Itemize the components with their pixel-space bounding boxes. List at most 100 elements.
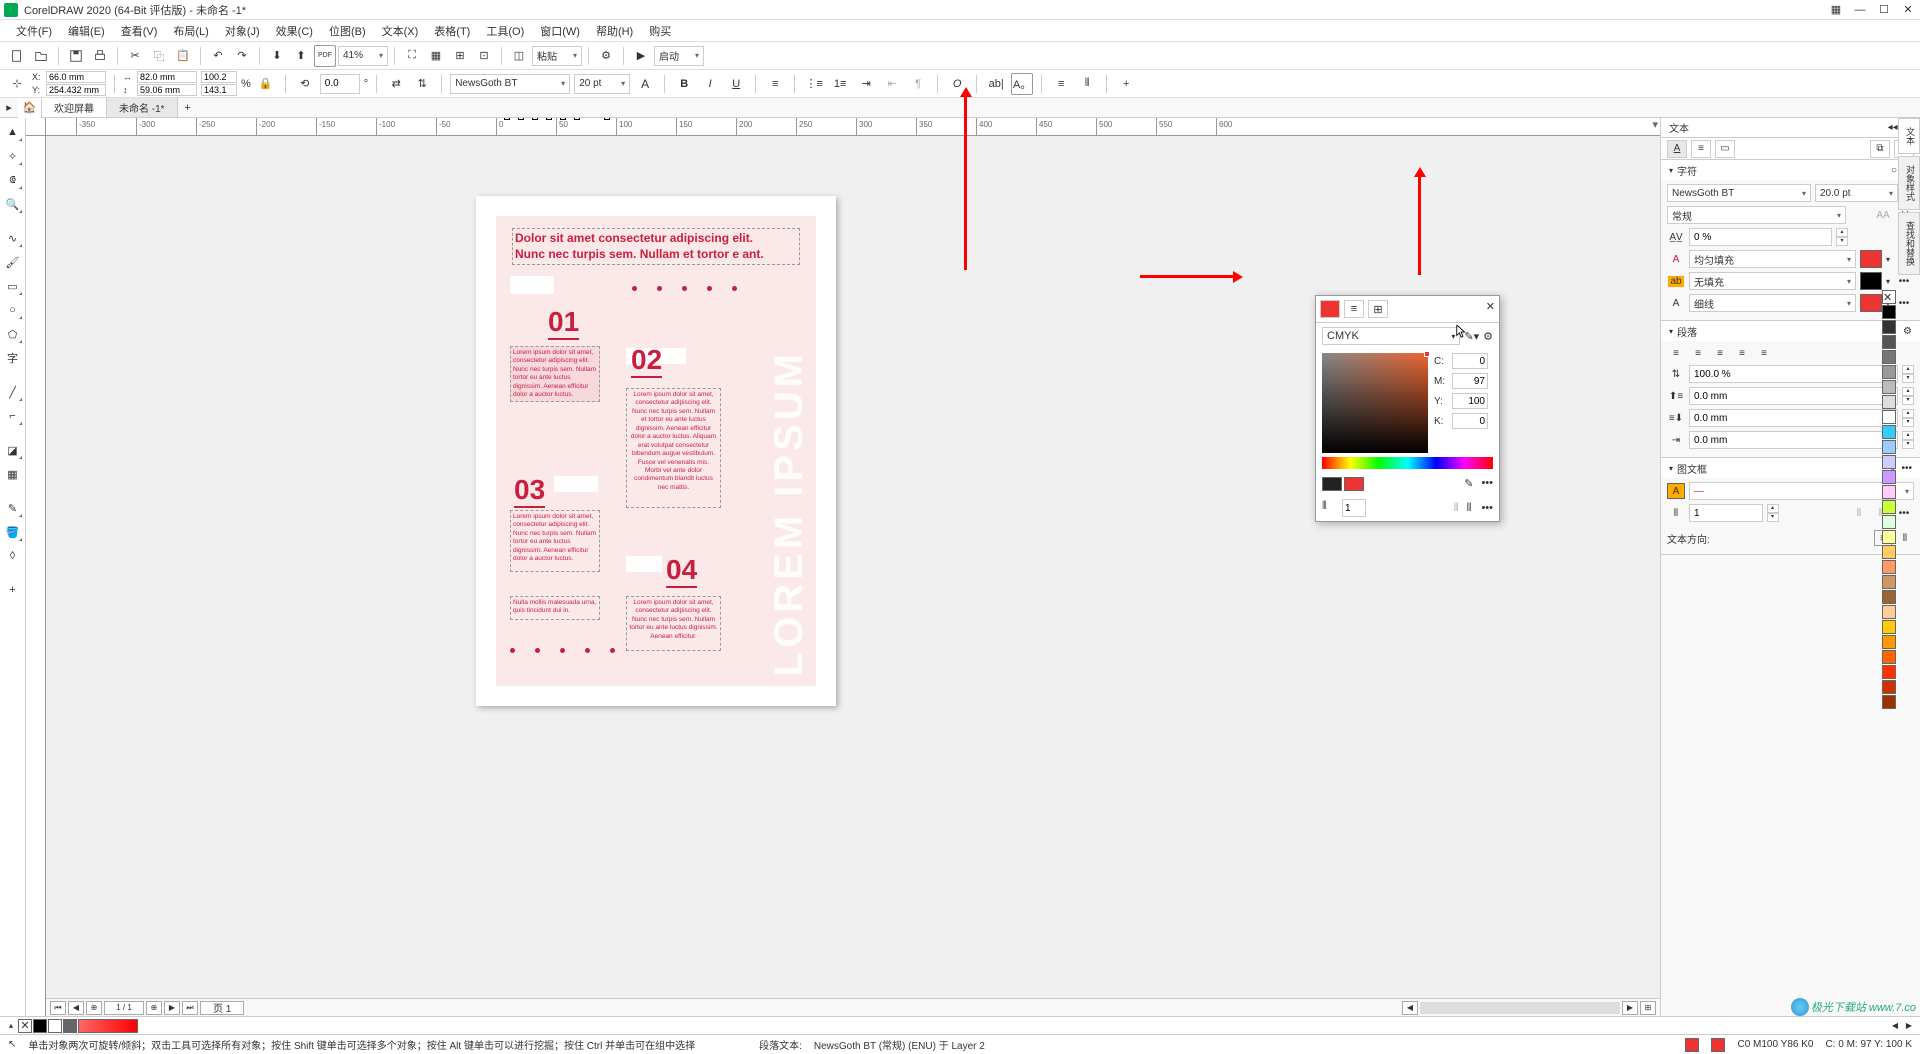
guides-button[interactable]: ⊡ bbox=[473, 45, 495, 67]
menu-bitmap[interactable]: 位图(B) bbox=[321, 21, 374, 41]
text-block-2[interactable]: Lorem ipsum dolor sit amet, consectetur … bbox=[626, 388, 721, 508]
fill-type-combo[interactable]: 均匀填充 bbox=[1689, 250, 1856, 268]
vc-swatch[interactable] bbox=[1882, 425, 1896, 439]
outline-tool[interactable]: ◊ bbox=[3, 546, 23, 566]
canvas-area[interactable]: -350 -300 -250 -200 -150 -100 -50 0 50 1… bbox=[26, 118, 1660, 1016]
headline-text-frame[interactable]: Dolor sit amet consectetur adipiscing el… bbox=[512, 228, 800, 265]
text-tool[interactable]: 字 bbox=[3, 348, 23, 368]
menu-buy[interactable]: 购买 bbox=[641, 21, 679, 41]
launch-combo[interactable]: 启动 bbox=[654, 46, 704, 66]
indent-button[interactable]: ⇥ bbox=[855, 73, 877, 95]
text-direction-v-button[interactable]: ⦀ bbox=[1076, 73, 1098, 95]
cp-eyedropper-icon[interactable]: ✎▾ bbox=[1464, 330, 1479, 343]
copy-button[interactable]: ⿻ bbox=[148, 45, 170, 67]
vc-no-fill[interactable]: ✕ bbox=[1882, 290, 1896, 304]
document-page[interactable]: Dolor sit amet consectetur adipiscing el… bbox=[476, 196, 836, 706]
vc-swatch[interactable] bbox=[1882, 365, 1896, 379]
ruler-dropdown-icon[interactable]: ▾ bbox=[1652, 118, 1658, 131]
side-tab-find-replace[interactable]: 查找和替换 bbox=[1898, 212, 1920, 275]
bg-color-dropdown[interactable]: ▾ bbox=[1886, 277, 1890, 286]
cut-button[interactable]: ✂ bbox=[124, 45, 146, 67]
bg-color-swatch[interactable] bbox=[1860, 272, 1882, 290]
lock-ratio-button[interactable]: 🔒 bbox=[255, 73, 277, 95]
save-button[interactable] bbox=[65, 45, 87, 67]
tab-welcome[interactable]: 欢迎屏幕 bbox=[42, 98, 107, 117]
launch-icon[interactable]: ▶ bbox=[630, 45, 652, 67]
para-tab-button[interactable]: ≡ bbox=[1691, 140, 1711, 158]
minimize-button[interactable]: — bbox=[1852, 2, 1868, 18]
docker-prev-icon[interactable]: ◂◂ bbox=[1888, 122, 1898, 133]
text-block-1[interactable]: Lorem ipsum dolor sit amet, consectetur … bbox=[510, 346, 600, 402]
ruler-selection-markers[interactable]: ⊏LLLLL⊐ bbox=[504, 118, 614, 124]
menu-table[interactable]: 表格(T) bbox=[426, 21, 478, 41]
font-size-combo[interactable]: 20 pt bbox=[574, 74, 630, 94]
bullets-button[interactable]: ⋮≡ bbox=[803, 73, 825, 95]
fill-color-dropdown[interactable]: ▾ bbox=[1886, 255, 1890, 264]
paste-button[interactable]: 📋 bbox=[172, 45, 194, 67]
rotation-input[interactable] bbox=[320, 74, 360, 94]
align-left-button[interactable]: ≡ bbox=[764, 73, 786, 95]
vc-swatch[interactable] bbox=[1882, 395, 1896, 409]
align-button[interactable]: ◫ bbox=[508, 45, 530, 67]
vc-swatch[interactable] bbox=[1882, 500, 1896, 514]
vc-swatch[interactable] bbox=[1882, 485, 1896, 499]
page-prev-button[interactable]: ◀ bbox=[68, 1001, 84, 1015]
char-font-combo[interactable]: NewsGoth BT bbox=[1667, 184, 1811, 202]
fill-tool[interactable]: 🪣 bbox=[3, 522, 23, 542]
vertical-lorem[interactable]: LOREM IPSUM bbox=[767, 350, 812, 676]
gray-swatch[interactable] bbox=[63, 1019, 77, 1033]
cp-close-button[interactable]: ✕ bbox=[1486, 300, 1495, 313]
height-input[interactable] bbox=[137, 84, 197, 96]
section-para-title[interactable]: 段落 bbox=[1677, 324, 1697, 339]
side-tab-text[interactable]: 文本 bbox=[1898, 118, 1920, 154]
cp-tab-mixer[interactable]: ≡ bbox=[1344, 300, 1364, 318]
cp-c-input[interactable] bbox=[1452, 353, 1488, 369]
cp-tab-solid[interactable] bbox=[1320, 300, 1340, 318]
vc-swatch[interactable] bbox=[1882, 620, 1896, 634]
font-combo[interactable]: NewsGoth BT bbox=[450, 74, 570, 94]
bold-button[interactable]: B bbox=[673, 73, 695, 95]
menu-text[interactable]: 文本(X) bbox=[374, 21, 427, 41]
align-center-icon[interactable]: ≡ bbox=[1689, 345, 1707, 361]
cp-cols-input[interactable] bbox=[1342, 499, 1366, 517]
vc-swatch[interactable] bbox=[1882, 335, 1896, 349]
vc-swatch[interactable] bbox=[1882, 380, 1896, 394]
red-range-swatch[interactable] bbox=[78, 1019, 138, 1033]
new-button[interactable] bbox=[6, 45, 28, 67]
text-block-4[interactable]: Nulla mollis malesuada urna, quis tincid… bbox=[510, 596, 600, 620]
vc-swatch[interactable] bbox=[1882, 605, 1896, 619]
width-input[interactable] bbox=[137, 71, 197, 83]
page-last-button[interactable]: ⏭ bbox=[182, 1001, 198, 1015]
menu-effect[interactable]: 效果(C) bbox=[268, 21, 321, 41]
bg-more-button[interactable]: ••• bbox=[1894, 276, 1914, 287]
white-swatch[interactable] bbox=[48, 1019, 62, 1033]
pick-tool-small[interactable]: ▸ bbox=[0, 97, 18, 119]
cp-align-icon[interactable]: ⦀ bbox=[1454, 502, 1459, 515]
freehand-tool[interactable]: ∿ bbox=[3, 228, 23, 248]
cp-color-model-combo[interactable]: CMYK bbox=[1322, 327, 1460, 345]
outdent-button[interactable]: ⇤ bbox=[881, 73, 903, 95]
nav-toggle[interactable]: ⊞ bbox=[1640, 1001, 1656, 1015]
add-tool-button[interactable]: + bbox=[3, 580, 23, 600]
cp-gear-icon[interactable]: ⚙ bbox=[1483, 330, 1493, 343]
status-outline-swatch[interactable] bbox=[1711, 1038, 1725, 1052]
menu-view[interactable]: 查看(V) bbox=[113, 21, 166, 41]
vc-swatch[interactable] bbox=[1882, 590, 1896, 604]
vc-swatch[interactable] bbox=[1882, 695, 1896, 709]
outline-color-swatch[interactable] bbox=[1860, 294, 1882, 312]
x-input[interactable] bbox=[46, 71, 106, 83]
vc-swatch[interactable] bbox=[1882, 635, 1896, 649]
align-left-icon[interactable]: ≡ bbox=[1667, 345, 1685, 361]
number-03[interactable]: 03 bbox=[514, 474, 545, 508]
frame-tab-button[interactable]: ▭ bbox=[1715, 140, 1735, 158]
cp-k-input[interactable] bbox=[1452, 413, 1488, 429]
vc-swatch[interactable] bbox=[1882, 440, 1896, 454]
options-button[interactable]: ⚙ bbox=[595, 45, 617, 67]
status-fill-swatch[interactable] bbox=[1685, 1038, 1699, 1052]
close-button[interactable]: ✕ bbox=[1900, 2, 1916, 18]
snap-button[interactable]: ▦ bbox=[425, 45, 447, 67]
cp-color-field[interactable] bbox=[1322, 353, 1428, 453]
add-property-button[interactable]: + bbox=[1115, 73, 1137, 95]
char-tab-button[interactable]: A bbox=[1667, 140, 1687, 158]
menu-tools[interactable]: 工具(O) bbox=[478, 21, 532, 41]
